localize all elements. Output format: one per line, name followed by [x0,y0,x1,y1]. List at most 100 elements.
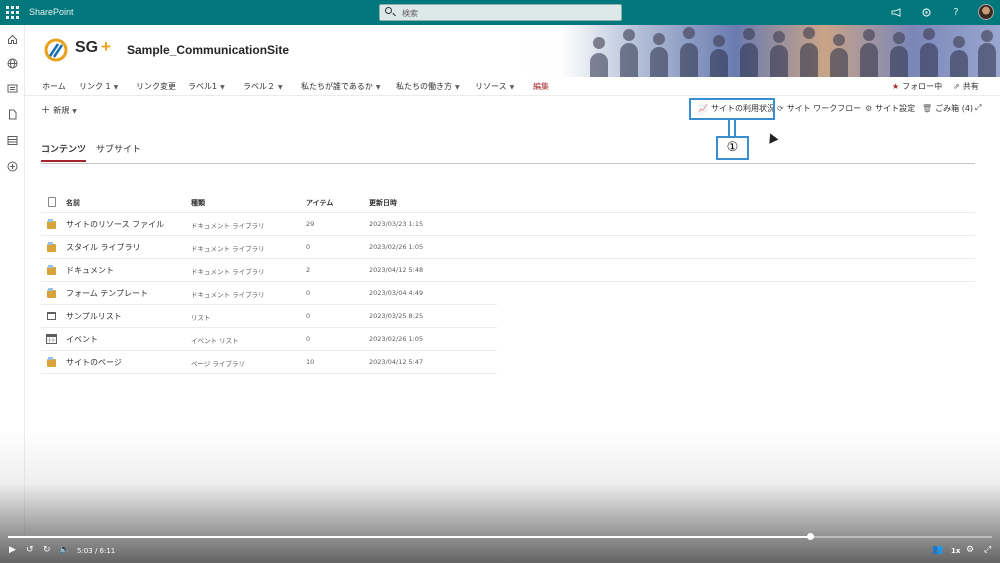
site-header: SG + Sample_CommunicationSite [25,25,1000,77]
table-row[interactable]: ドキュメント ドキュメント ライブラリ 2 2023/04/12 5:48 [41,259,975,282]
table-row[interactable]: イベント イベント リスト 0 2023/02/26 1:05 [41,328,497,351]
search-icon [385,7,392,14]
rewind-icon[interactable]: ↺ [26,545,34,555]
row-items: 0 [306,289,311,297]
suite-icons: ? [888,4,994,20]
site-settings-button[interactable]: ⚙ サイト設定 [865,103,915,114]
row-type: ドキュメント ライブラリ [191,268,265,276]
chevron-down-icon: ▼ [220,84,225,91]
table-row[interactable]: サンプルリスト リスト 0 2023/03/25 8:25 [41,305,497,328]
share-button[interactable]: ⇗ 共有 [953,81,979,92]
fullscreen-icon[interactable]: ⤢ [975,103,981,113]
row-type: リスト [191,314,211,322]
row-modified: 2023/02/26 1:05 [369,243,424,251]
logo-text: SG [75,39,99,56]
help-icon[interactable]: ? [948,4,964,20]
video-controls-gradient [0,430,1000,563]
site-title[interactable]: Sample_CommunicationSite [127,43,289,57]
site-logo-icon[interactable] [44,38,72,62]
new-button[interactable]: + 新規 ▼ [41,103,80,116]
table-row[interactable]: スタイル ライブラリ ドキュメント ライブラリ 0 2023/02/26 1:0… [41,236,975,259]
column-header-name[interactable]: 名前 [66,198,80,208]
row-items: 29 [306,220,315,228]
column-header-type[interactable]: 種類 [191,198,205,208]
suite-bar: SharePoint 検索 ? [0,0,1000,25]
row-modified: 2023/04/12 5:48 [369,266,424,274]
command-bar: + 新規 ▼ 📈 サイトの利用状況 ⟳ サイト ワークフロー ⚙ サイト設定 🗑 ごみ箱 (… [25,98,1000,120]
library-icon [47,219,56,229]
video-progress-bar[interactable] [8,533,992,540]
nav-item-resources[interactable]: リソース ▼ [475,81,514,92]
calendar-icon [46,334,57,344]
library-icon [47,242,56,252]
globe-icon[interactable] [7,58,18,69]
row-name[interactable]: ドキュメント [66,265,114,276]
nav-item-home[interactable]: ホーム [42,81,66,92]
library-icon [47,288,56,298]
row-items: 0 [306,243,311,251]
search-input[interactable]: 検索 [379,4,622,21]
file-icon[interactable] [7,109,18,120]
nav-item-link-change[interactable]: リンク変更 [136,81,176,92]
site-contents-table: 名前 種類 アイテム 更新日時 サイトのリソース ファイル ドキュメント ライブ… [41,191,975,374]
video-fullscreen-icon[interactable]: ⤢ [984,545,991,555]
row-items: 2 [306,266,311,274]
waffle-icon[interactable] [6,6,19,19]
settings-icon[interactable] [918,4,934,20]
nav-item-link1[interactable]: リンク 1 ▼ [79,81,118,92]
row-items: 0 [306,335,311,343]
nav-item-who-we-are[interactable]: 私たちが誰であるか ▼ [301,81,381,92]
nav-item-label2[interactable]: ラベル２ ▼ [243,81,283,92]
row-modified: 2023/02/26 1:05 [369,335,424,343]
row-type: ドキュメント ライブラリ [191,222,265,230]
column-header-items[interactable]: アイテム [306,198,333,208]
nav-item-how-we-work[interactable]: 私たちの働き方 ▼ [396,81,460,92]
play-icon[interactable]: ▶ [9,545,16,555]
row-name[interactable]: フォーム テンプレート [66,288,148,299]
row-modified: 2023/04/12 5:47 [369,358,424,366]
workflow-icon: ⟳ [777,104,784,113]
nav-item-label1[interactable]: ラベル1 ▼ [188,81,225,92]
video-settings-icon[interactable]: ⚙ [966,545,974,555]
playback-speed[interactable]: 1x [951,547,960,555]
row-name[interactable]: サンプルリスト [66,311,122,322]
row-modified: 2023/03/23 1:15 [369,220,424,228]
volume-icon[interactable]: 🔈 [59,545,70,555]
captions-icon[interactable]: 👥 [932,545,943,555]
row-name[interactable]: サイトのページ [66,357,122,368]
lists-icon[interactable] [7,135,18,146]
library-icon [47,357,56,367]
recycle-bin-button[interactable]: 🗑 ごみ箱 (4) [922,103,973,114]
top-navigation: ホーム リンク 1 ▼ リンク変更 ラベル1 ▼ ラベル２ ▼ 私たちが誰であるか ▼ … [25,77,1000,96]
forward-icon[interactable]: ↻ [43,545,51,555]
tab-contents[interactable]: コンテンツ [41,142,87,162]
create-icon[interactable] [7,161,18,172]
row-type: ドキュメント ライブラリ [191,245,265,253]
site-workflow-button[interactable]: ⟳ サイト ワークフロー [777,103,861,114]
home-icon[interactable] [7,34,18,45]
follow-button[interactable]: ★ フォロー中 [892,81,942,92]
video-progress-fill [8,536,810,538]
row-modified: 2023/03/04 4:49 [369,289,424,297]
avatar[interactable] [978,4,994,20]
megaphone-icon[interactable] [888,4,904,20]
callout-stem [728,120,736,136]
nav-edit-link[interactable]: 編集 [533,81,549,92]
table-row[interactable]: サイトのページ ページ ライブラリ 10 2023/04/12 5:47 [41,351,497,374]
app-name[interactable]: SharePoint [29,7,74,17]
table-header: 名前 種類 アイテム 更新日時 [41,191,975,213]
tab-subsites[interactable]: サブサイト [96,142,141,160]
table-row[interactable]: フォーム テンプレート ドキュメント ライブラリ 0 2023/03/04 4:… [41,282,497,305]
chevron-down-icon: ▼ [113,84,119,91]
news-icon[interactable] [7,83,18,94]
column-header-modified[interactable]: 更新日時 [369,198,397,208]
row-name[interactable]: イベント [66,334,98,345]
video-progress-handle[interactable] [806,533,814,540]
row-name[interactable]: スタイル ライブラリ [66,242,141,253]
row-name[interactable]: サイトのリソース ファイル [66,219,164,230]
star-icon: ★ [892,82,900,91]
row-modified: 2023/03/25 8:25 [369,312,424,320]
header-banner-image [560,25,1000,77]
table-row[interactable]: サイトのリソース ファイル ドキュメント ライブラリ 29 2023/03/23… [41,213,975,236]
library-icon [47,265,56,275]
